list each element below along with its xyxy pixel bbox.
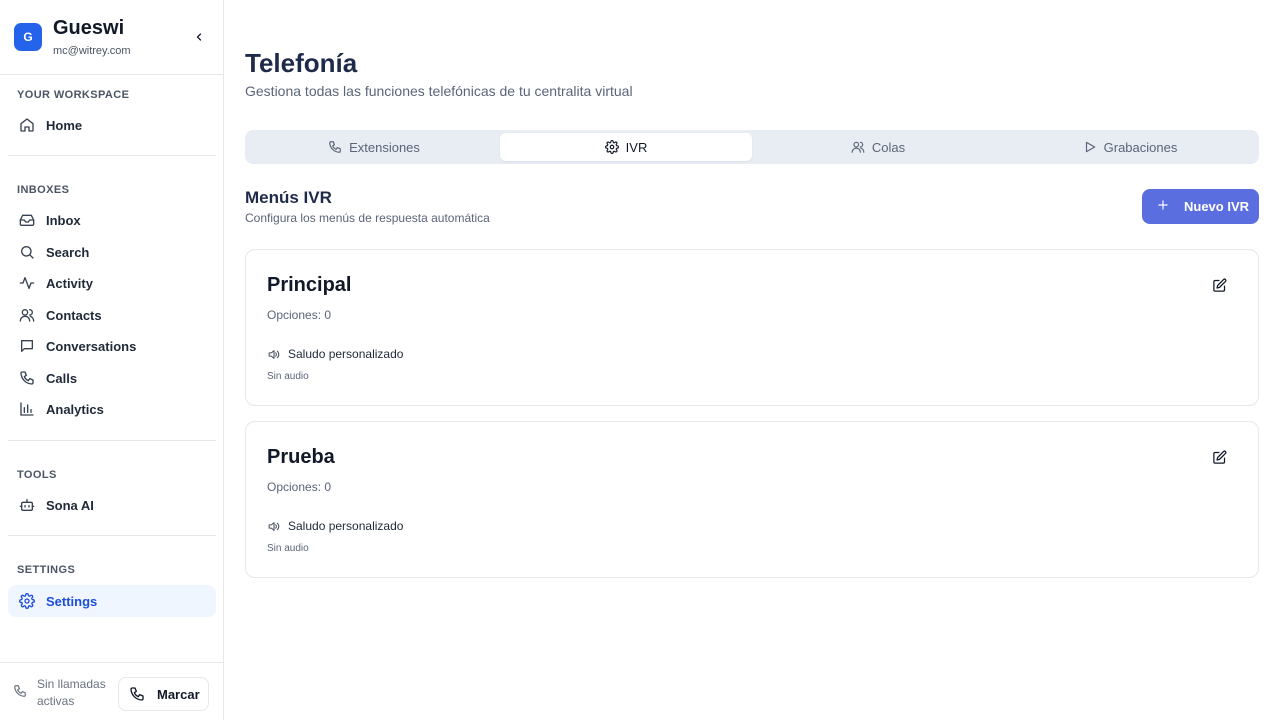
sidebar-item-sona-ai[interactable]: Sona AI bbox=[8, 489, 216, 521]
phone-icon bbox=[19, 370, 35, 386]
bot-icon bbox=[19, 497, 35, 513]
analytics-icon bbox=[19, 401, 35, 417]
dial-button[interactable]: Marcar bbox=[118, 677, 209, 711]
sidebar-item-label: Home bbox=[46, 117, 83, 133]
call-status: Sin llamadas activas bbox=[37, 677, 106, 708]
speaker-icon bbox=[267, 347, 281, 361]
sidebar-item-label: Contacts bbox=[46, 307, 102, 323]
ivr-name: Prueba bbox=[267, 446, 335, 468]
ivr-section-title: Menús IVR bbox=[245, 188, 332, 207]
ivr-name: Principal bbox=[267, 274, 352, 296]
telephony-tabs: Extensiones IVR Colas Grabaciones bbox=[245, 130, 1259, 164]
sidebar-item-search[interactable]: Search bbox=[8, 236, 216, 268]
divider bbox=[8, 535, 216, 536]
sidebar-item-inbox[interactable]: Inbox bbox=[8, 204, 216, 236]
ivr-audio-status: Sin audio bbox=[267, 371, 309, 382]
tab-grabaciones[interactable]: Grabaciones bbox=[1004, 133, 1256, 161]
edit-ivr-button[interactable] bbox=[1212, 278, 1228, 294]
dial-button-label: Marcar bbox=[157, 686, 200, 702]
workspace-name: Gueswi bbox=[53, 17, 125, 39]
new-ivr-button[interactable]: Nuevo IVR bbox=[1142, 189, 1259, 224]
ivr-options-count: Opciones: 0 bbox=[267, 308, 332, 322]
ivr-greeting: Saludo personalizado bbox=[267, 519, 403, 533]
ivr-options-count: Opciones: 0 bbox=[267, 480, 332, 494]
page-title: Telefonía bbox=[245, 48, 358, 78]
collapse-sidebar-button[interactable] bbox=[190, 28, 208, 46]
gear-icon bbox=[19, 593, 35, 609]
workspace-header: G Gueswi mc@witrey.com bbox=[0, 0, 223, 75]
workspace-avatar[interactable]: G bbox=[14, 23, 42, 51]
edit-ivr-button[interactable] bbox=[1212, 450, 1228, 466]
sidebar-item-conversations[interactable]: Conversations bbox=[8, 330, 216, 362]
tab-extensiones[interactable]: Extensiones bbox=[248, 133, 500, 161]
tab-colas[interactable]: Colas bbox=[752, 133, 1004, 161]
sidebar-item-contacts[interactable]: Contacts bbox=[8, 299, 216, 331]
phone-icon bbox=[13, 684, 29, 700]
sidebar-item-label: Calls bbox=[46, 370, 78, 386]
ivr-greeting-label: Saludo personalizado bbox=[288, 519, 404, 533]
edit-icon bbox=[1213, 278, 1227, 292]
section-label-tools: TOOLS bbox=[17, 469, 57, 481]
plus-icon bbox=[1156, 198, 1170, 216]
ivr-greeting-label: Saludo personalizado bbox=[288, 347, 404, 361]
section-label-workspace: YOUR WORKSPACE bbox=[17, 89, 130, 101]
tab-label: Grabaciones bbox=[1103, 139, 1178, 155]
tab-ivr[interactable]: IVR bbox=[500, 133, 752, 161]
ivr-card: Principal Opciones: 0 Saludo personaliza… bbox=[245, 249, 1259, 406]
divider bbox=[8, 155, 216, 156]
contacts-icon bbox=[19, 307, 35, 323]
play-icon bbox=[1083, 140, 1097, 154]
tab-label: Colas bbox=[871, 139, 906, 155]
users-icon bbox=[851, 140, 865, 154]
divider bbox=[8, 440, 216, 441]
sidebar: G Gueswi mc@witrey.com YOUR WORKSPACE Ho… bbox=[0, 0, 224, 720]
sidebar-item-label: Settings bbox=[46, 593, 98, 609]
sidebar-item-label: Analytics bbox=[46, 401, 104, 417]
edit-icon bbox=[1213, 450, 1227, 464]
tab-label: Extensiones bbox=[349, 139, 420, 155]
inbox-icon bbox=[19, 212, 35, 228]
activity-icon bbox=[19, 275, 35, 291]
phone-icon bbox=[129, 686, 145, 702]
sidebar-item-label: Activity bbox=[46, 275, 93, 291]
ivr-section-subtitle: Configura los menús de respuesta automát… bbox=[245, 211, 490, 225]
sidebar-item-label: Conversations bbox=[46, 338, 137, 354]
conversations-icon bbox=[19, 338, 35, 354]
sidebar-item-label: Inbox bbox=[46, 212, 81, 228]
sidebar-footer: Sin llamadas activas Marcar bbox=[0, 662, 223, 720]
ivr-greeting: Saludo personalizado bbox=[267, 347, 403, 361]
sidebar-item-label: Search bbox=[46, 244, 90, 260]
section-label-settings: SETTINGS bbox=[17, 564, 76, 576]
main-content: Telefonía Gestiona todas las funciones t… bbox=[224, 0, 1280, 720]
sidebar-item-analytics[interactable]: Analytics bbox=[8, 393, 216, 425]
speaker-icon bbox=[267, 519, 281, 533]
search-icon bbox=[19, 244, 35, 260]
sidebar-item-activity[interactable]: Activity bbox=[8, 267, 216, 299]
workspace-email: mc@witrey.com bbox=[53, 45, 131, 57]
chevron-left-icon bbox=[196, 33, 202, 41]
sidebar-item-settings[interactable]: Settings bbox=[8, 585, 216, 617]
section-label-inboxes: INBOXES bbox=[17, 184, 70, 196]
tab-label: IVR bbox=[625, 139, 648, 155]
new-ivr-label: Nuevo IVR bbox=[1184, 199, 1250, 214]
ivr-card: Prueba Opciones: 0 Saludo personalizado … bbox=[245, 421, 1259, 578]
sidebar-item-label: Sona AI bbox=[46, 497, 94, 513]
phone-icon bbox=[328, 140, 342, 154]
ivr-audio-status: Sin audio bbox=[267, 543, 309, 554]
home-icon bbox=[19, 117, 35, 133]
page-subtitle: Gestiona todas las funciones telefónicas… bbox=[245, 83, 633, 99]
sidebar-item-calls[interactable]: Calls bbox=[8, 362, 216, 394]
sidebar-item-home[interactable]: Home bbox=[8, 109, 216, 141]
gear-icon bbox=[604, 140, 619, 154]
